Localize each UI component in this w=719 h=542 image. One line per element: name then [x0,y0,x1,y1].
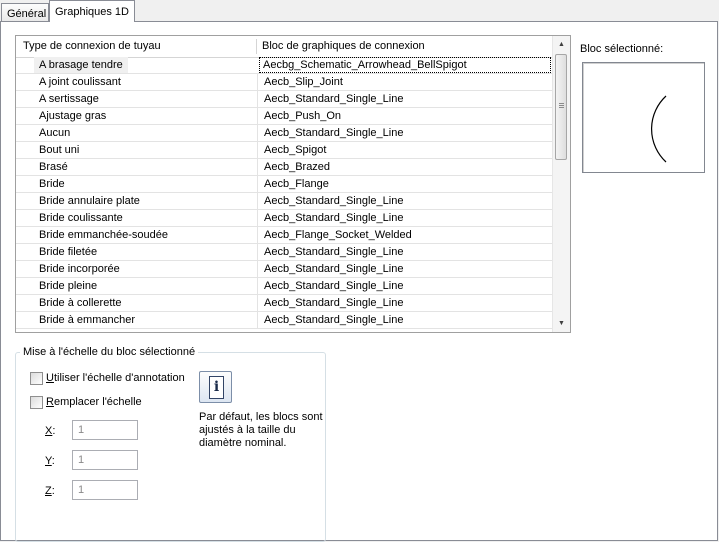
scrollbar-thumb[interactable] [555,54,567,160]
connection-type-cell[interactable]: Bride pleine [39,278,253,294]
table-row[interactable]: Bride à collerette Aecb_Standard_Single_L… [16,295,553,312]
graphics-block-cell[interactable]: Aecbg_Schematic_Arrowhead_BellSpigot [259,57,551,73]
grid-header: Type de connexion de tuyau Bloc de graph… [16,36,553,58]
connection-type-cell[interactable]: Ajustage gras [39,108,253,124]
table-row[interactable]: Aucun Aecb_Standard_Single_Line [16,125,553,142]
tab-strip: Général Graphiques 1D [0,0,719,22]
use-annotation-scale-checkbox[interactable] [30,372,43,385]
connection-type-cell[interactable]: Bride incorporée [39,261,253,277]
graphics-block-cell[interactable]: Aecb_Standard_Single_Line [257,193,547,209]
grip-icon [559,103,564,104]
graphics-block-cell[interactable]: Aecb_Standard_Single_Line [257,278,547,294]
table-row[interactable]: Bride filetée Aecb_Standard_Single_Line [16,244,553,261]
table-row[interactable]: Bride Aecb_Flange [16,176,553,193]
table-row[interactable]: Ajustage gras Aecb_Push_On [16,108,553,125]
info-icon: i [199,371,232,403]
z-scale-field[interactable]: 1 [72,480,138,500]
override-scale-label[interactable]: Remplacer l'échelle [46,396,142,408]
connection-type-cell[interactable]: Bride annulaire plate [39,193,253,209]
table-row[interactable]: Bride à emmancher Aecb_Standard_Single_Li… [16,312,553,329]
table-row[interactable]: Bride emmanchée-soudée Aecb_Flange_Socket… [16,227,553,244]
y-label: Y: [45,455,55,467]
table-row[interactable]: A sertissage Aecb_Standard_Single_Line [16,91,553,108]
column-header-connection-type[interactable]: Type de connexion de tuyau [16,36,256,56]
block-preview [582,62,705,173]
graphics-block-cell[interactable]: Aecb_Standard_Single_Line [257,261,547,277]
connection-type-cell[interactable]: Bride coulissante [39,210,253,226]
graphics-block-cell[interactable]: Aecb_Brazed [257,159,547,175]
connection-type-cell[interactable]: Bride à collerette [39,295,253,311]
x-label: X: [45,425,56,437]
graphics-block-cell[interactable]: Aecb_Spigot [257,142,547,158]
grid-rows: A brasage tendre Aecbg_Schematic_Arrowhea… [16,57,553,329]
tab-general[interactable]: Général [1,3,49,21]
graphics-block-cell[interactable]: Aecb_Flange_Socket_Welded [257,227,547,243]
graphics-block-cell[interactable]: Aecb_Standard_Single_Line [257,312,547,328]
column-header-graphics-block[interactable]: Bloc de graphiques de connexion [256,36,553,56]
use-annotation-scale-label[interactable]: Utiliser l'échelle d'annotation [46,372,185,384]
graphics-block-cell[interactable]: Aecb_Standard_Single_Line [257,125,547,141]
bell-spigot-arc-icon [650,95,667,163]
connection-type-cell[interactable]: Bride emmanchée-soudée [39,227,253,243]
y-scale-field[interactable]: 1 [72,450,138,470]
table-row[interactable]: Brasé Aecb_Brazed [16,159,553,176]
grid-scrollbar[interactable]: ▲ ▼ [552,36,570,332]
graphics-block-cell[interactable]: Aecb_Standard_Single_Line [257,244,547,260]
connection-type-cell[interactable]: Brasé [39,159,253,175]
graphics-block-cell[interactable]: Aecb_Standard_Single_Line [257,295,547,311]
connection-type-cell[interactable]: Bride à emmancher [39,312,253,328]
graphics-block-cell[interactable]: Aecb_Slip_Joint [257,74,547,90]
graphics-block-cell[interactable]: Aecb_Standard_Single_Line [257,91,547,107]
tab-graphiques-1d[interactable]: Graphiques 1D [49,0,135,22]
graphics-block-cell[interactable]: Aecb_Standard_Single_Line [257,210,547,226]
scale-info-text: Par défaut, les blocs sont ajustés à la … [199,411,323,449]
connection-grid: Type de connexion de tuyau Bloc de graph… [15,35,571,333]
override-scale-checkbox[interactable] [30,396,43,409]
table-row[interactable]: Bride pleine Aecb_Standard_Single_Line [16,278,553,295]
table-row[interactable]: Bride coulissante Aecb_Standard_Single_Li… [16,210,553,227]
connection-type-cell[interactable]: Bride filetée [39,244,253,260]
connection-type-cell[interactable]: A joint coulissant [39,74,253,90]
table-row[interactable]: A brasage tendre Aecbg_Schematic_Arrowhea… [16,57,553,74]
scroll-down-arrow-icon[interactable]: ▼ [553,315,570,332]
connection-type-cell[interactable]: A brasage tendre [34,57,128,73]
graphics-block-cell[interactable]: Aecb_Push_On [257,108,547,124]
x-scale-field[interactable]: 1 [72,420,138,440]
table-row[interactable]: A joint coulissant Aecb_Slip_Joint [16,74,553,91]
scroll-up-arrow-icon[interactable]: ▲ [553,36,570,53]
table-row[interactable]: Bride annulaire plate Aecb_Standard_Singl… [16,193,553,210]
preview-label: Bloc sélectionné: [580,43,664,55]
graphics-block-cell[interactable]: Aecb_Flange [257,176,547,192]
connection-type-cell[interactable]: Bout uni [39,142,253,158]
connection-type-cell[interactable]: Bride [39,176,253,192]
scale-group-title: Mise à l'échelle du bloc sélectionné [20,346,199,358]
connection-type-cell[interactable]: Aucun [39,125,253,141]
connection-type-cell[interactable]: A sertissage [39,91,253,107]
z-label: Z: [45,485,55,497]
table-row[interactable]: Bride incorporée Aecb_Standard_Single_Lin… [16,261,553,278]
table-row[interactable]: Bout uni Aecb_Spigot [16,142,553,159]
